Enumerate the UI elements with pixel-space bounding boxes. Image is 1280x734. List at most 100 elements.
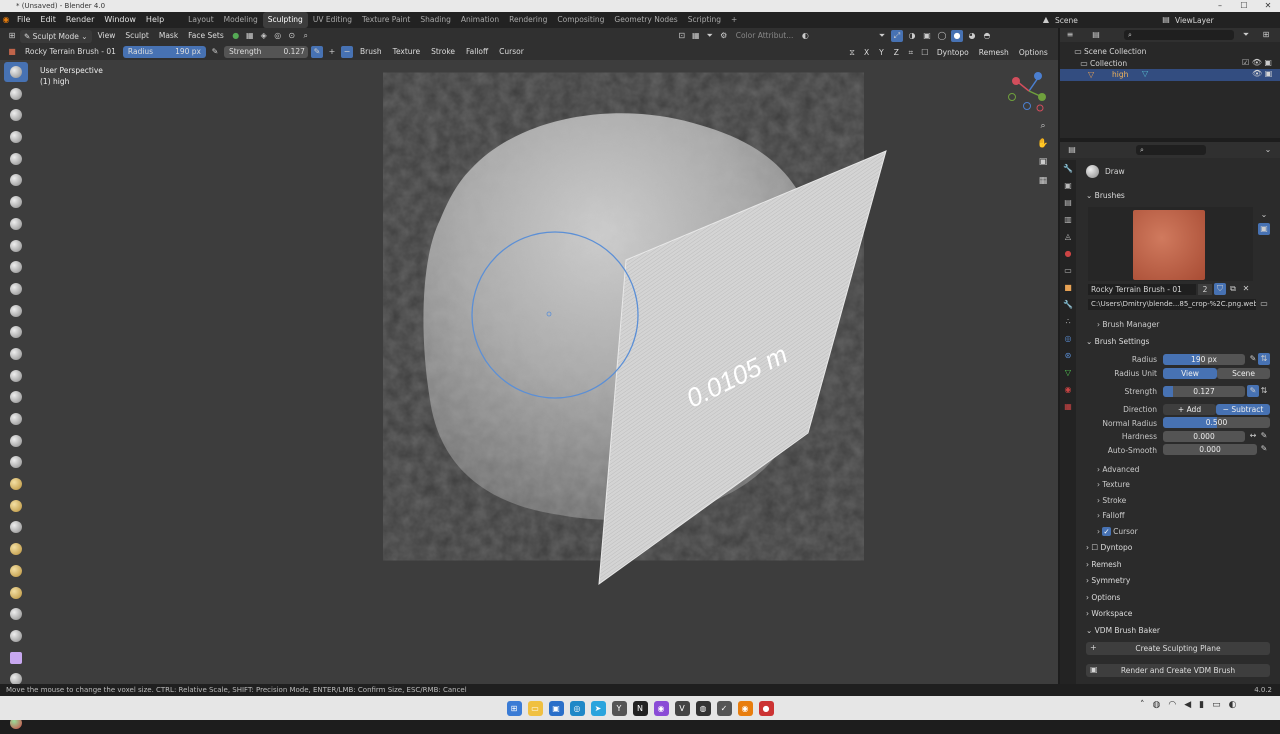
app-v-icon[interactable]: V	[674, 700, 690, 716]
smooth-tool[interactable]	[4, 257, 28, 277]
properties-search-icon[interactable]: ⌕	[1136, 145, 1148, 155]
texture-path-field[interactable]: C:\Users\Dmitry\blende...85_crop-%2C.png…	[1088, 299, 1256, 310]
wifi-icon[interactable]: ◠	[1168, 700, 1176, 710]
pinch-tool[interactable]	[4, 366, 28, 386]
slide-relax-tool[interactable]	[4, 539, 28, 559]
yandex-icon[interactable]: Y	[611, 700, 627, 716]
data-tab-icon[interactable]: ▽	[1060, 364, 1076, 381]
draw-tool[interactable]	[4, 62, 28, 82]
falloff-dropdown[interactable]: Falloff	[462, 45, 492, 59]
solid-shading-icon[interactable]: ●	[951, 30, 963, 42]
folder-icon[interactable]: ▭	[1258, 298, 1270, 310]
notion-icon[interactable]: N	[632, 700, 648, 716]
tab-uv-editing[interactable]: UV Editing	[308, 12, 357, 28]
dyntopo-dropdown[interactable]: Dyntopo	[933, 46, 973, 60]
render-create-vdm-button[interactable]: Render and Create VDM Brush	[1086, 664, 1270, 677]
overlay-icon[interactable]: ⊙	[286, 30, 298, 42]
strength-pressure-icon[interactable]: ✎	[310, 46, 323, 58]
thumb-tool[interactable]	[4, 452, 28, 472]
object-visibility-icon[interactable]: 👁 ▣	[1252, 69, 1272, 78]
scene-name[interactable]: Scene	[1055, 16, 1078, 25]
radius-field[interactable]: Radius 190 px	[122, 46, 206, 58]
inflate-tool[interactable]	[4, 192, 28, 212]
discord-icon[interactable]: ◉	[653, 700, 669, 716]
advanced-subpanel[interactable]: › Advanced	[1097, 465, 1139, 474]
auto-smooth-field[interactable]: 0.000	[1163, 444, 1257, 455]
rotate-tool[interactable]	[4, 517, 28, 537]
tab-geometry-nodes[interactable]: Geometry Nodes	[609, 12, 682, 28]
menu-help[interactable]: Help	[141, 12, 169, 28]
menu-view[interactable]: View	[94, 29, 120, 43]
texture-dropdown[interactable]: Texture	[389, 45, 424, 59]
brush-dropdown[interactable]: Brush	[356, 45, 386, 59]
perspective-toggle-icon[interactable]: ▦	[1036, 174, 1050, 188]
overlays-icon[interactable]: ◑	[906, 30, 918, 42]
layer-tool[interactable]	[4, 170, 28, 190]
remesh-panel[interactable]: › Remesh	[1086, 560, 1121, 569]
brush-texture-thumbnail[interactable]	[1133, 210, 1205, 280]
dyntopo-panel[interactable]: › ☐ Dyntopo	[1086, 543, 1132, 552]
blob-tool[interactable]	[4, 214, 28, 234]
maximize-icon[interactable]: ☐	[1232, 0, 1256, 12]
blender-logo-icon[interactable]: ◉	[0, 14, 12, 26]
direction-add-icon[interactable]: +	[326, 46, 338, 58]
texture-tab-icon[interactable]: ▦	[1060, 398, 1076, 415]
clay-thumb-tool[interactable]	[4, 149, 28, 169]
auto-smooth-pressure-icon[interactable]: ✎	[1258, 443, 1270, 455]
tool-tab-icon[interactable]: 🔧	[1060, 160, 1076, 177]
brush-name[interactable]: Rocky Terrain Brush - 01	[21, 45, 120, 59]
outliner-search-icon[interactable]: ⌕	[1124, 30, 1136, 40]
cursor-subpanel[interactable]: › ✓ Cursor	[1097, 527, 1138, 536]
properties-options-icon[interactable]: ⌄	[1262, 144, 1274, 156]
steam-icon[interactable]: ◍	[695, 700, 711, 716]
remesh-dropdown[interactable]: Remesh	[975, 46, 1013, 60]
draw-sharp-tool[interactable]	[4, 84, 28, 104]
wireframe-shading-icon[interactable]: ◯	[936, 30, 948, 42]
color-attribute-dropdown[interactable]: Color Attribut...	[732, 29, 798, 43]
radius-pressure-icon[interactable]: ✎	[209, 46, 221, 58]
tab-modeling[interactable]: Modeling	[219, 12, 263, 28]
nudge-tool[interactable]	[4, 496, 28, 516]
snake-hook-tool[interactable]	[4, 431, 28, 451]
multiplane-scrape-tool[interactable]	[4, 344, 28, 364]
new-collection-icon[interactable]: ⊞	[1260, 29, 1272, 41]
color-options-icon[interactable]: ◐	[799, 30, 811, 42]
tab-rendering[interactable]: Rendering	[504, 12, 552, 28]
checkmark-app-icon[interactable]: ✓	[716, 700, 732, 716]
tab-compositing[interactable]: Compositing	[552, 12, 609, 28]
options-panel[interactable]: › Options	[1086, 593, 1120, 602]
physics-tab-icon[interactable]: ◎	[1060, 330, 1076, 347]
radius-unit-view-button[interactable]: View	[1163, 368, 1217, 379]
clay-strips-tool[interactable]	[4, 127, 28, 147]
mode-selector[interactable]: ✎ Sculpt Mode ⌄	[20, 29, 92, 43]
recorder-icon[interactable]: ●	[758, 700, 774, 716]
notification-icon[interactable]: ◐	[1229, 700, 1237, 710]
cloth-tool[interactable]	[4, 583, 28, 603]
menu-window[interactable]: Window	[99, 12, 141, 28]
render-tab-icon[interactable]: ▣	[1060, 177, 1076, 194]
object-row-high[interactable]: ▽ high ▽ 👁 ▣	[1060, 69, 1280, 81]
viewport-gizmos-icon[interactable]: ⤢	[891, 30, 903, 42]
radius-prop-field[interactable]: 190 px	[1163, 354, 1245, 365]
display-mode-icon[interactable]: ▤	[1090, 29, 1102, 41]
create-sculpting-plane-button[interactable]: Create Sculpting Plane	[1086, 642, 1270, 655]
filter-icon[interactable]: ⏷	[704, 30, 716, 42]
fake-user-icon[interactable]: ⛉	[1214, 283, 1226, 295]
store-icon[interactable]: ▣	[548, 700, 564, 716]
file-explorer-icon[interactable]: ▭	[527, 700, 543, 716]
menu-face-sets[interactable]: Face Sets	[184, 29, 228, 43]
brush-name-field[interactable]: Rocky Terrain Brush - 01	[1088, 284, 1196, 295]
elastic-deform-tool[interactable]	[4, 409, 28, 429]
crease-tool[interactable]	[4, 236, 28, 256]
snap-icon[interactable]: ▦	[244, 30, 256, 42]
tray-chevron-icon[interactable]: ˄	[1140, 700, 1145, 710]
brush-list-expand-icon[interactable]: ⌄	[1258, 209, 1270, 221]
direction-subtract-icon[interactable]: −	[340, 46, 353, 58]
camera-view-icon[interactable]: ⊡	[676, 30, 688, 42]
tab-texture-paint[interactable]: Texture Paint	[357, 12, 415, 28]
lock-icon[interactable]: ⌗	[905, 47, 917, 59]
duplicate-brush-icon[interactable]: ⧉	[1227, 283, 1239, 295]
symmetry-panel[interactable]: › Symmetry	[1086, 576, 1130, 585]
texture-subpanel[interactable]: › Texture	[1097, 480, 1130, 489]
mic-icon[interactable]: ▮	[1199, 700, 1204, 710]
